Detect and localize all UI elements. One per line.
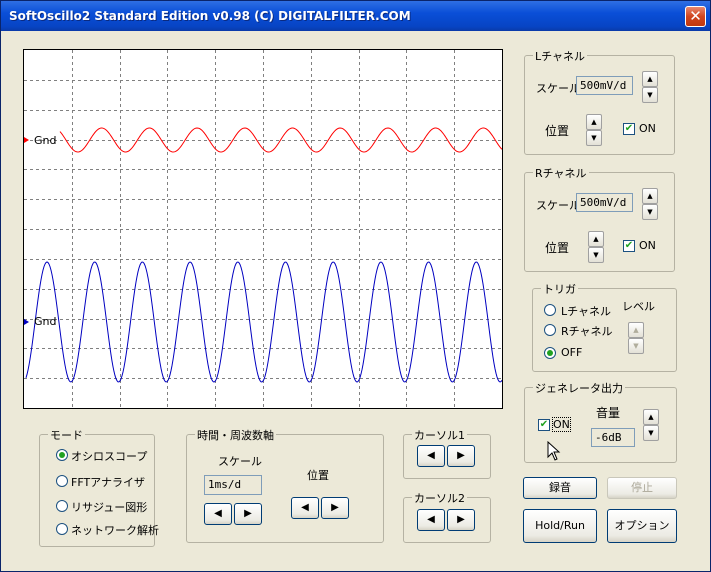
generator-on-label[interactable]: ON	[552, 417, 571, 432]
mode-radio-fft[interactable]	[56, 475, 68, 487]
left-gnd-label: Gnd	[34, 134, 57, 147]
generator-title: ジェネレータ出力	[533, 380, 625, 396]
lch-scale-spinner[interactable]: ▲ ▼	[642, 71, 658, 103]
stop-button[interactable]: 停止	[607, 477, 677, 499]
down-arrow-icon[interactable]: ▼	[642, 87, 658, 103]
down-arrow-icon[interactable]: ▼	[588, 247, 604, 263]
trigger-option-lch[interactable]: Lチャネル	[561, 303, 611, 319]
generator-volume-field[interactable]: -6dB	[591, 428, 635, 447]
mode-group: モード オシロスコープ FFTアナライザ リサジュー図形 ネットワーク解析	[39, 427, 159, 547]
trigger-level-spinner[interactable]: ▲ ▼	[628, 322, 644, 354]
hold-run-button[interactable]: Hold/Run	[523, 509, 597, 543]
left-gnd-marker	[24, 137, 29, 143]
rch-position-label: 位置	[545, 241, 570, 255]
timebase-title: 時間・周波数軸	[195, 427, 276, 443]
rch-group: Rチャネル スケール 500mV/d ▲ ▼ 位置 ▲ ▼ ✔ ON	[524, 165, 675, 272]
trigger-level-label: レベル	[622, 300, 655, 313]
cursor2-right-button[interactable]: ▶	[447, 509, 475, 531]
timebase-position-label: 位置	[307, 469, 329, 482]
down-arrow-icon[interactable]: ▼	[642, 204, 658, 220]
mode-option-lissajous[interactable]: リサジュー図形	[71, 499, 147, 515]
mode-radio-oscilloscope[interactable]	[56, 449, 68, 461]
cursor1-left-button[interactable]: ◀	[417, 445, 445, 467]
rch-on-label: ON	[639, 239, 656, 252]
timebase-position-right-button[interactable]: ▶	[321, 497, 349, 519]
down-arrow-icon[interactable]: ▼	[586, 130, 602, 146]
timebase-scale-left-button[interactable]: ◀	[204, 503, 232, 525]
rch-on-checkbox[interactable]: ✔	[623, 240, 635, 252]
mode-option-network[interactable]: ネットワーク解析	[71, 522, 159, 538]
mode-radio-lissajous[interactable]	[56, 500, 68, 512]
trigger-title: トリガ	[541, 281, 578, 297]
up-arrow-icon[interactable]: ▲	[642, 188, 658, 204]
rch-title: Rチャネル	[533, 165, 589, 181]
lch-on-checkbox[interactable]: ✔	[623, 123, 635, 135]
title-bar[interactable]: SoftOscillo2 Standard Edition v0.98 (C) …	[1, 1, 710, 31]
right-gnd-label: Gnd	[34, 315, 57, 328]
lch-scale-field[interactable]: 500mV/d	[576, 76, 633, 95]
cursor2-left-button[interactable]: ◀	[417, 509, 445, 531]
mode-option-fft[interactable]: FFTアナライザ	[71, 474, 145, 490]
timebase-position-left-button[interactable]: ◀	[291, 497, 319, 519]
grid	[24, 50, 502, 408]
timebase-scale-label: スケール	[218, 455, 262, 468]
mode-radio-network[interactable]	[56, 523, 68, 535]
mode-title: モード	[48, 427, 85, 443]
up-arrow-icon[interactable]: ▲	[628, 322, 644, 338]
cursor1-title: カーソル1	[412, 427, 467, 443]
timebase-group: 時間・周波数軸 スケール 1ms/d 位置 ◀ ▶ ◀ ▶	[186, 427, 384, 543]
options-button[interactable]: オプション	[607, 509, 677, 543]
cursor1-right-button[interactable]: ▶	[447, 445, 475, 467]
lch-position-spinner[interactable]: ▲ ▼	[586, 114, 602, 146]
generator-volume-label: 音量	[596, 406, 621, 420]
rch-scale-label: スケール	[536, 199, 580, 212]
trigger-option-rch[interactable]: Rチャネル	[561, 323, 613, 339]
rch-scale-field[interactable]: 500mV/d	[576, 193, 633, 212]
up-arrow-icon[interactable]: ▲	[642, 71, 658, 87]
up-arrow-icon[interactable]: ▲	[588, 231, 604, 247]
lch-scale-label: スケール	[536, 82, 580, 95]
rch-scale-spinner[interactable]: ▲ ▼	[642, 188, 658, 220]
mode-option-oscilloscope[interactable]: オシロスコープ	[71, 448, 147, 464]
cursor1-group: カーソル1 ◀ ▶	[403, 427, 491, 479]
trigger-option-off[interactable]: OFF	[561, 346, 582, 359]
waveform-canvas	[24, 50, 502, 408]
main-window: SoftOscillo2 Standard Edition v0.98 (C) …	[0, 0, 711, 572]
timebase-scale-right-button[interactable]: ▶	[234, 503, 262, 525]
trigger-radio-lch[interactable]	[544, 304, 556, 316]
cursor2-title: カーソル2	[412, 490, 467, 506]
lch-group: Lチャネル スケール 500mV/d ▲ ▼ 位置 ▲ ▼ ✔ ON	[524, 48, 675, 155]
generator-volume-spinner[interactable]: ▲ ▼	[643, 409, 659, 441]
lch-on-label: ON	[639, 122, 656, 135]
trigger-group: トリガ Lチャネル Rチャネル OFF レベル ▲ ▼	[532, 281, 677, 372]
generator-on-checkbox[interactable]: ✔	[538, 419, 550, 431]
trigger-radio-rch[interactable]	[544, 324, 556, 336]
down-arrow-icon[interactable]: ▼	[643, 425, 659, 441]
up-arrow-icon[interactable]: ▲	[643, 409, 659, 425]
rch-position-spinner[interactable]: ▲ ▼	[588, 231, 604, 263]
record-button[interactable]: 録音	[523, 477, 597, 499]
cursor2-group: カーソル2 ◀ ▶	[403, 490, 491, 543]
close-button[interactable]: ✕	[685, 6, 706, 27]
window-title: SoftOscillo2 Standard Edition v0.98 (C) …	[9, 9, 411, 23]
timebase-scale-field[interactable]: 1ms/d	[204, 475, 262, 495]
lch-position-label: 位置	[545, 124, 570, 138]
lch-title: Lチャネル	[533, 48, 588, 64]
mouse-pointer-icon	[547, 441, 561, 461]
up-arrow-icon[interactable]: ▲	[586, 114, 602, 130]
down-arrow-icon[interactable]: ▼	[628, 338, 644, 354]
trigger-radio-off[interactable]	[544, 347, 556, 359]
oscilloscope-display[interactable]: Gnd Gnd	[23, 49, 503, 409]
